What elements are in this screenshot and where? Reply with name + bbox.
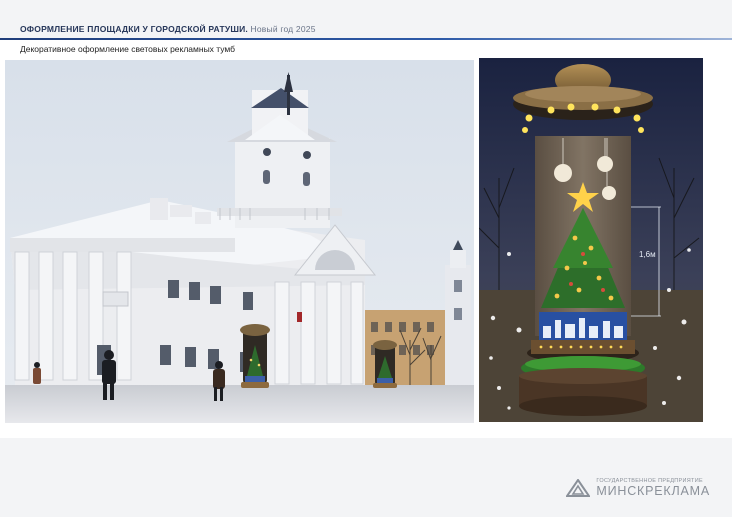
brand-logo: ГОСУДАРСТВЕННОЕ ПРЕДПРИЯТИЕ МИНСКРЕКЛАМА [566, 478, 710, 498]
advertising-column-mockup: 1,6м [479, 58, 703, 422]
header-divider [0, 38, 732, 40]
page-title-main: ОФОРМЛЕНИЕ ПЛОЩАДКИ У ГОРОДСКОЙ РАТУШИ. [20, 24, 248, 34]
height-label: 1,6м [639, 250, 656, 259]
column-illustration [479, 58, 703, 422]
town-hall-illustration [5, 60, 474, 423]
section-caption: Декоративное оформление световых рекламн… [20, 44, 236, 54]
logo-triangle-icon [566, 479, 591, 497]
brand-name: МИНСКРЕКЛАМА [596, 484, 710, 498]
town-hall-photo [5, 60, 474, 423]
page-title-sub: Новый год 2025 [250, 24, 316, 34]
page-title: ОФОРМЛЕНИЕ ПЛОЩАДКИ У ГОРОДСКОЙ РАТУШИ. … [20, 24, 316, 34]
